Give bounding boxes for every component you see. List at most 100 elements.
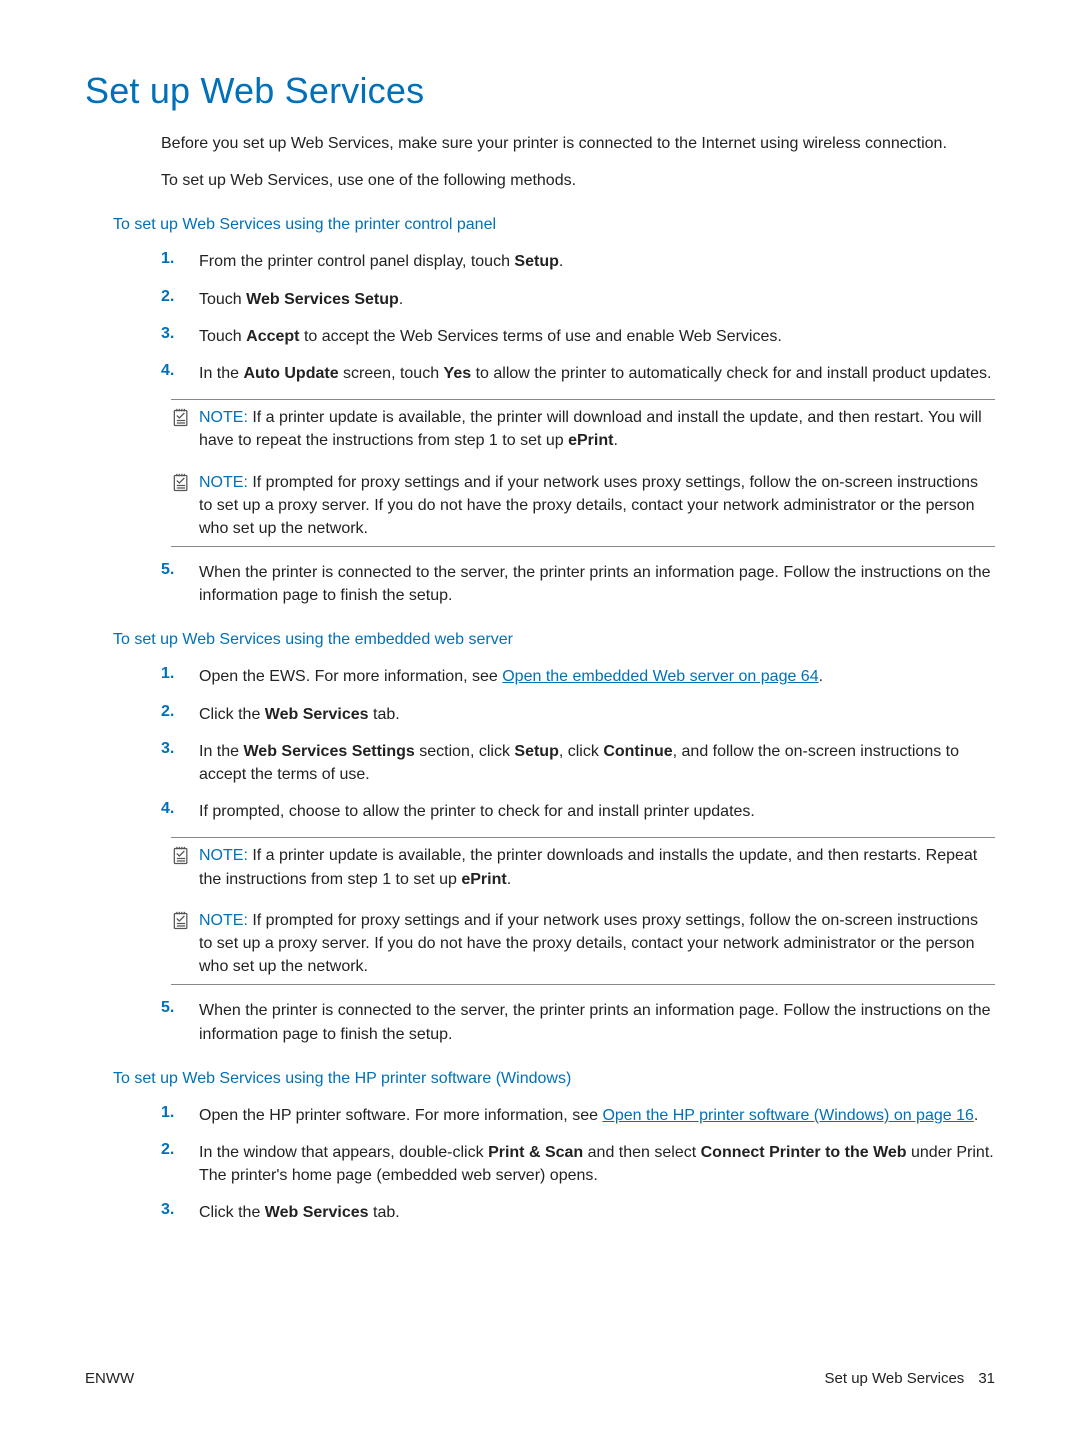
step: 3. In the Web Services Settings section,… bbox=[161, 740, 995, 786]
text: , click bbox=[559, 743, 603, 760]
text: Touch bbox=[199, 328, 246, 345]
step-body: Open the HP printer software. For more i… bbox=[199, 1104, 995, 1127]
section-heading-2: To set up Web Services using the embedde… bbox=[113, 631, 995, 649]
steps-list-2: 1. Open the EWS. For more information, s… bbox=[161, 665, 995, 823]
step-body: In the Web Services Settings section, cl… bbox=[199, 740, 995, 786]
page-footer: ENWW Set up Web Services 31 bbox=[85, 1370, 995, 1387]
step-body: If prompted, choose to allow the printer… bbox=[199, 800, 995, 823]
note-icon bbox=[171, 844, 199, 890]
bold-text: Web Services bbox=[265, 706, 369, 723]
bold-text: Setup bbox=[514, 253, 558, 270]
step-number: 5. bbox=[161, 999, 199, 1045]
step: 1. Open the HP printer software. For mor… bbox=[161, 1104, 995, 1127]
text: . bbox=[613, 432, 617, 449]
step-body: Touch Accept to accept the Web Services … bbox=[199, 325, 995, 348]
text: If a printer update is available, the pr… bbox=[199, 847, 977, 887]
text: From the printer control panel display, … bbox=[199, 253, 514, 270]
step: 2. Touch Web Services Setup. bbox=[161, 288, 995, 311]
text: . bbox=[819, 668, 823, 685]
note-icon bbox=[171, 471, 199, 541]
link-open-ews[interactable]: Open the embedded Web server on page 64 bbox=[502, 668, 818, 685]
note-icon bbox=[171, 909, 199, 979]
step-body: Click the Web Services tab. bbox=[199, 1201, 995, 1224]
step-body: From the printer control panel display, … bbox=[199, 250, 995, 273]
text: Open the HP printer software. For more i… bbox=[199, 1107, 602, 1124]
note: NOTE: If prompted for proxy settings and… bbox=[171, 903, 995, 985]
step-number: 4. bbox=[161, 362, 199, 385]
bold-text: Yes bbox=[444, 365, 472, 382]
page-title: Set up Web Services bbox=[85, 70, 995, 112]
note-label: NOTE: bbox=[199, 847, 248, 864]
text: and then select bbox=[583, 1144, 700, 1161]
note: NOTE: If a printer update is available, … bbox=[171, 838, 995, 896]
step: 1. Open the EWS. For more information, s… bbox=[161, 665, 995, 688]
bold-text: Setup bbox=[514, 743, 558, 760]
step: 5. When the printer is connected to the … bbox=[161, 999, 995, 1045]
bold-text: Auto Update bbox=[243, 365, 338, 382]
note-body: NOTE: If prompted for proxy settings and… bbox=[199, 909, 995, 979]
text: In the bbox=[199, 743, 243, 760]
section-heading-1: To set up Web Services using the printer… bbox=[113, 216, 995, 234]
bold-text: ePrint bbox=[461, 871, 506, 888]
step-number: 2. bbox=[161, 1141, 199, 1187]
text: Open the EWS. For more information, see bbox=[199, 668, 502, 685]
step: 3. Touch Accept to accept the Web Servic… bbox=[161, 325, 995, 348]
note-block: NOTE: If a printer update is available, … bbox=[171, 399, 995, 458]
footer-left: ENWW bbox=[85, 1370, 134, 1387]
steps-list-3: 1. Open the HP printer software. For mor… bbox=[161, 1104, 995, 1225]
text: to allow the printer to automatically ch… bbox=[471, 365, 991, 382]
note-body: NOTE: If a printer update is available, … bbox=[199, 406, 995, 452]
note-label: NOTE: bbox=[199, 474, 248, 491]
step-body: Click the Web Services tab. bbox=[199, 703, 995, 726]
step-body: In the window that appears, double-click… bbox=[199, 1141, 995, 1187]
text: tab. bbox=[369, 1204, 400, 1221]
bold-text: Web Services bbox=[265, 1204, 369, 1221]
step-number: 3. bbox=[161, 740, 199, 786]
step: 3. Click the Web Services tab. bbox=[161, 1201, 995, 1224]
bold-text: Web Services Setup bbox=[246, 291, 399, 308]
step-number: 3. bbox=[161, 325, 199, 348]
text: Click the bbox=[199, 1204, 265, 1221]
note-label: NOTE: bbox=[199, 409, 248, 426]
note-block: NOTE: If prompted for proxy settings and… bbox=[171, 465, 995, 548]
step: 2. Click the Web Services tab. bbox=[161, 703, 995, 726]
step-number: 1. bbox=[161, 665, 199, 688]
note-body: NOTE: If a printer update is available, … bbox=[199, 844, 995, 890]
step-number: 3. bbox=[161, 1201, 199, 1224]
text: . bbox=[974, 1107, 978, 1124]
note-icon bbox=[171, 406, 199, 452]
text: In the bbox=[199, 365, 243, 382]
step-number: 1. bbox=[161, 250, 199, 273]
note: NOTE: If a printer update is available, … bbox=[171, 400, 995, 458]
text: Touch bbox=[199, 291, 246, 308]
document-page: Set up Web Services Before you set up We… bbox=[0, 0, 1080, 1437]
text: screen, touch bbox=[339, 365, 444, 382]
step: 5. When the printer is connected to the … bbox=[161, 561, 995, 607]
note: NOTE: If prompted for proxy settings and… bbox=[171, 465, 995, 547]
text: to accept the Web Services terms of use … bbox=[300, 328, 782, 345]
note-block: NOTE: If prompted for proxy settings and… bbox=[171, 903, 995, 986]
text: In the window that appears, double-click bbox=[199, 1144, 488, 1161]
text: If prompted for proxy settings and if yo… bbox=[199, 912, 978, 975]
bold-text: Accept bbox=[246, 328, 299, 345]
intro-paragraph-2: To set up Web Services, use one of the f… bbox=[161, 169, 995, 192]
bold-text: Continue bbox=[603, 743, 672, 760]
step-number: 4. bbox=[161, 800, 199, 823]
bold-text: Print & Scan bbox=[488, 1144, 583, 1161]
bold-text: Web Services Settings bbox=[243, 743, 414, 760]
text: Click the bbox=[199, 706, 265, 723]
step-body: When the printer is connected to the ser… bbox=[199, 561, 995, 607]
step-body: When the printer is connected to the ser… bbox=[199, 999, 995, 1045]
text: . bbox=[399, 291, 403, 308]
note-block: NOTE: If a printer update is available, … bbox=[171, 837, 995, 896]
page-number: 31 bbox=[978, 1370, 995, 1387]
step: 4. If prompted, choose to allow the prin… bbox=[161, 800, 995, 823]
text: tab. bbox=[369, 706, 400, 723]
step-body: Touch Web Services Setup. bbox=[199, 288, 995, 311]
bold-text: ePrint bbox=[568, 432, 613, 449]
link-open-software[interactable]: Open the HP printer software (Windows) o… bbox=[602, 1107, 973, 1124]
bold-text: Connect Printer to the Web bbox=[701, 1144, 907, 1161]
footer-section-title: Set up Web Services bbox=[825, 1370, 965, 1387]
step: 4. In the Auto Update screen, touch Yes … bbox=[161, 362, 995, 385]
step-number: 1. bbox=[161, 1104, 199, 1127]
